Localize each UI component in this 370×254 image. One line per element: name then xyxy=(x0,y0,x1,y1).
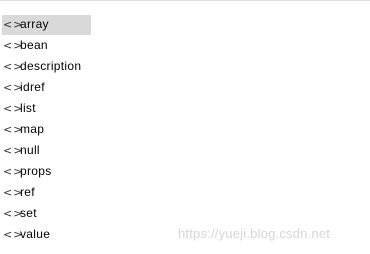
angle-brackets-icon: <> xyxy=(3,165,24,178)
angle-brackets-icon: <> xyxy=(3,123,24,136)
list-item-set[interactable]: <> set xyxy=(0,203,370,224)
list-item-bean[interactable]: <> bean xyxy=(0,35,370,56)
list-item-label: set xyxy=(20,206,37,220)
top-border xyxy=(0,0,370,1)
list-item-description[interactable]: <> description xyxy=(0,56,370,77)
watermark-text: https://yueji.blog.csdn.net xyxy=(178,226,331,241)
list-item-label: list xyxy=(20,101,36,115)
list-item-ref[interactable]: <> ref xyxy=(0,182,370,203)
list-item-label: bean xyxy=(20,38,48,52)
list-item-array[interactable]: <> array xyxy=(0,14,370,35)
content-assist-list[interactable]: <> array <> bean <> description <> idref… xyxy=(0,14,370,245)
list-item-null[interactable]: <> null xyxy=(0,140,370,161)
list-item-label: array xyxy=(20,17,49,31)
angle-brackets-icon: <> xyxy=(3,81,24,94)
list-item-label: idref xyxy=(20,80,45,94)
angle-brackets-icon: <> xyxy=(3,186,24,199)
angle-brackets-icon: <> xyxy=(3,60,24,73)
list-item-props[interactable]: <> props xyxy=(0,161,370,182)
angle-brackets-icon: <> xyxy=(3,39,24,52)
angle-brackets-icon: <> xyxy=(3,18,24,31)
list-item-label: ref xyxy=(20,185,35,199)
list-item-idref[interactable]: <> idref xyxy=(0,77,370,98)
list-item-label: value xyxy=(20,227,51,241)
angle-brackets-icon: <> xyxy=(3,228,24,241)
list-item-label: props xyxy=(20,164,52,178)
list-item-label: description xyxy=(20,59,82,73)
list-item-label: null xyxy=(20,143,40,157)
list-item-map[interactable]: <> map xyxy=(0,119,370,140)
angle-brackets-icon: <> xyxy=(3,144,24,157)
list-item-list[interactable]: <> list xyxy=(0,98,370,119)
angle-brackets-icon: <> xyxy=(3,207,24,220)
angle-brackets-icon: <> xyxy=(3,102,24,115)
list-item-label: map xyxy=(20,122,45,136)
